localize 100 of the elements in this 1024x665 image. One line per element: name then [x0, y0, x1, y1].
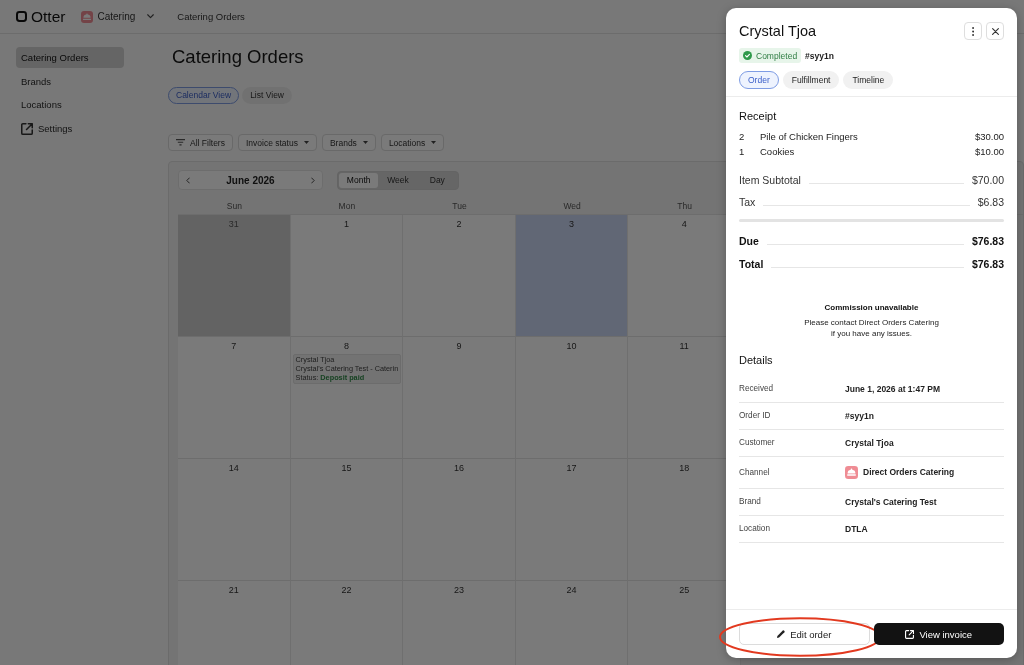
day-number: 3	[569, 218, 575, 230]
view-tab[interactable]: List View	[242, 87, 292, 104]
day-number: 15	[341, 462, 352, 474]
day-number: 24	[566, 584, 577, 596]
day-number: 9	[456, 340, 462, 352]
item-name: Cookies	[760, 144, 795, 159]
detail-label: Location	[739, 524, 770, 533]
day-number: 22	[341, 584, 352, 596]
section-heading: Receipt	[739, 109, 777, 123]
caret-down-icon	[362, 141, 368, 144]
day-number: 17	[566, 462, 577, 474]
more-button[interactable]	[964, 22, 982, 40]
weekday-label: Sun	[226, 200, 242, 211]
view-mode-tab[interactable]: Week	[378, 172, 418, 188]
caret-down-icon	[303, 141, 309, 144]
sidebar-item[interactable]: Settings	[16, 118, 124, 140]
detail-value: June 1, 2026 at 1:47 PM	[845, 383, 940, 394]
detail-label: Order ID	[739, 411, 771, 420]
item-quantity: 1	[739, 144, 745, 159]
day-number: 1	[343, 218, 349, 230]
logo-icon	[16, 11, 27, 22]
total-label: Due	[739, 234, 759, 248]
detail-value: #syy1n	[845, 410, 874, 421]
detail-label: Customer	[739, 438, 775, 447]
item-name: Pile of Chicken Fingers	[760, 129, 858, 144]
order-number: #syy1n	[805, 50, 834, 61]
view-mode-tab[interactable]: Day	[417, 172, 457, 188]
sidebar-item[interactable]: Brands	[16, 70, 124, 92]
drawer-tab[interactable]: Order	[739, 71, 779, 89]
day-number: 4	[681, 218, 687, 230]
summary-label: Item Subtotal	[739, 174, 801, 187]
previous-month-button[interactable]	[183, 174, 193, 186]
edit-order-button[interactable]: Edit order	[739, 623, 870, 645]
external-link-icon	[21, 122, 33, 135]
filter-dropdown[interactable]: Brands	[321, 134, 376, 151]
drawer-tab[interactable]: Fulfillment	[782, 71, 840, 89]
drawer-tab[interactable]: Timeline	[843, 71, 894, 89]
item-price: $10.00	[974, 144, 1004, 159]
day-number: 7	[231, 340, 237, 352]
day-number: 18	[679, 462, 690, 474]
logo-text: Otter	[31, 7, 66, 26]
detail-value: DTLA	[845, 523, 868, 534]
section-heading: Details	[739, 352, 773, 367]
commission-title: Commission unavailable	[824, 301, 919, 313]
total-amount: $76.83	[971, 257, 1004, 271]
weekday-label: Mon	[338, 200, 356, 211]
caret-down-icon	[431, 141, 437, 144]
day-number: 10	[566, 340, 577, 352]
sidebar-item[interactable]: Catering Orders	[16, 47, 124, 68]
view-mode-tab[interactable]: Month	[339, 172, 379, 188]
total-amount: $76.83	[971, 234, 1004, 248]
drawer-title: Crystal Tjoa	[739, 22, 817, 40]
view-tab[interactable]: Calendar View	[168, 87, 240, 104]
detail-value: Direct Orders Catering	[863, 467, 955, 477]
item-quantity: 2	[739, 129, 745, 144]
next-month-button[interactable]	[308, 174, 318, 186]
filter-icon	[176, 139, 185, 146]
brand-switcher[interactable]: Catering	[81, 7, 155, 26]
total-label: Total	[739, 257, 764, 271]
item-price: $30.00	[974, 129, 1004, 144]
weekday-label: Wed	[563, 200, 581, 211]
day-number: 31	[228, 218, 239, 230]
day-number: 25	[679, 584, 690, 596]
breadcrumb-text: Catering Orders	[177, 11, 245, 22]
pencil-icon	[777, 630, 786, 638]
day-number: 8	[343, 340, 349, 352]
all-filters-button[interactable]: All Filters	[168, 134, 233, 151]
page-title: Catering Orders	[172, 46, 304, 68]
check-circle-icon	[743, 51, 752, 60]
summary-amount: $6.83	[977, 196, 1004, 209]
chevron-right-icon	[311, 176, 315, 184]
day-number: 14	[228, 462, 239, 474]
detail-value: Crystal's Catering Test	[845, 496, 937, 507]
detail-label: Channel	[739, 467, 770, 477]
close-button[interactable]	[986, 22, 1004, 40]
sidebar-item[interactable]: Locations	[16, 94, 124, 116]
day-number: 23	[453, 584, 464, 596]
day-number: 2	[456, 218, 462, 230]
summary-amount: $70.00	[971, 174, 1004, 187]
weekday-label: Thu	[677, 200, 692, 211]
detail-value: Crystal Tjoa	[845, 437, 894, 448]
month-label: June 2026	[226, 174, 275, 186]
weekday-label: Tue	[452, 200, 467, 211]
summary-label: Tax	[739, 196, 756, 209]
day-number: 11	[679, 340, 689, 352]
close-icon	[991, 27, 999, 35]
cloche-icon	[845, 465, 858, 479]
cloche-icon	[81, 10, 94, 23]
chevron-left-icon	[186, 176, 190, 184]
chevron-down-icon	[147, 14, 155, 19]
detail-label: Brand	[739, 497, 761, 506]
filter-dropdown[interactable]: Invoice status	[237, 134, 317, 151]
status-label: Completed	[756, 50, 798, 61]
detail-label: Received	[739, 384, 774, 393]
day-number: 21	[228, 584, 239, 596]
external-link-icon	[905, 629, 915, 639]
view-invoice-button[interactable]: View invoice	[873, 623, 1004, 645]
more-icon	[971, 26, 975, 36]
commission-message: Please contact Direct Orders Catering if you have any issues.	[804, 317, 939, 339]
filter-dropdown[interactable]: Locations	[380, 134, 445, 151]
